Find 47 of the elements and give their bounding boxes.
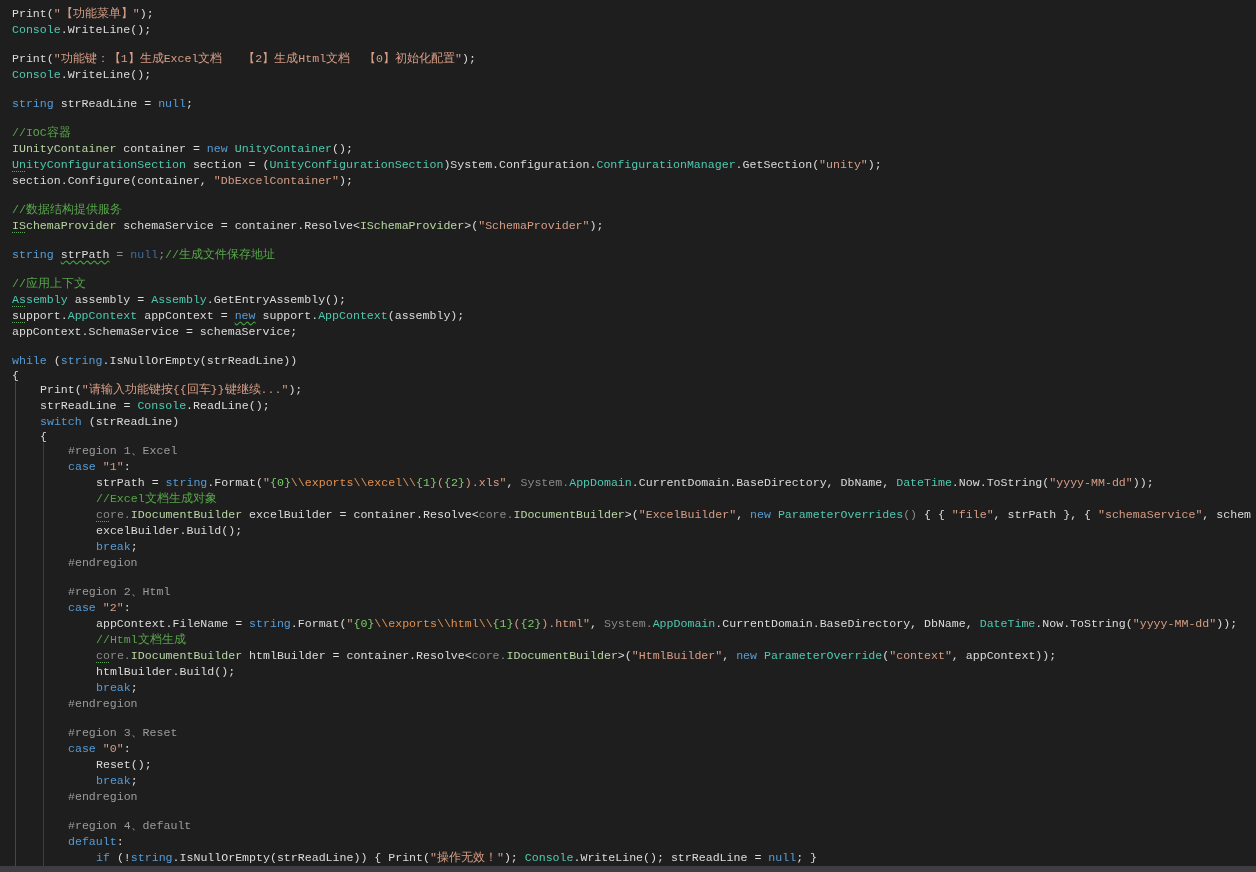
code-line: case "0": bbox=[68, 741, 131, 757]
code-line: strReadLine = Console.ReadLine(); bbox=[40, 398, 270, 414]
code-line: Print("【功能菜单】"); bbox=[12, 6, 154, 22]
code-line: #endregion bbox=[68, 696, 138, 712]
code-line: ISchemaProvider schemaService = container.Resolve<ISchemaProvider>("SchemaProvider"); bbox=[12, 218, 604, 234]
code-line: //IOC容器 bbox=[12, 125, 71, 141]
code-line: Print("功能键：【1】生成Excel文档 【2】生成Html文档 【0】初始化配置"); bbox=[12, 51, 476, 67]
code-line: switch (strReadLine) bbox=[40, 414, 180, 430]
code-line: support.AppContext appContext = new support.AppContext(assembly); bbox=[12, 308, 465, 324]
code-line: core.IDocumentBuilder htmlBuilder = container.Resolve<core.IDocumentBuilder>("HtmlBuilder", new ParameterOverride("context", appContext)); bbox=[96, 648, 1057, 664]
code-line: #region 4、default bbox=[68, 818, 192, 834]
code-line: appContext.FileName = string.Format("{0}\\exports\\html\\{1}({2}).html", System.AppDomain.CurrentDomain.BaseDirectory, DbName, DateTime.Now.ToString("yyyy-MM-dd")); bbox=[96, 616, 1238, 632]
code-line: Console.WriteLine(); bbox=[12, 67, 152, 83]
code-line: UnityConfigurationSection section = (UnityConfigurationSection)System.Configuration.ConfigurationManager.GetSection("unity"); bbox=[12, 157, 882, 173]
code-line: //Html文档生成 bbox=[96, 632, 186, 648]
code-line: default: bbox=[68, 834, 124, 850]
code-line: Print("请输入功能键按{{回车}}键继续..."); bbox=[40, 382, 303, 398]
code-line: case "2": bbox=[68, 600, 131, 616]
code-line: string strReadLine = null; bbox=[12, 96, 193, 112]
code-line: string strPath = null;//生成文件保存地址 bbox=[12, 247, 275, 263]
code-line: #region 1、Excel bbox=[68, 443, 178, 459]
code-line: Assembly assembly = Assembly.GetEntryAssembly(); bbox=[12, 292, 346, 308]
code-line: htmlBuilder.Build(); bbox=[96, 664, 236, 680]
code-line: break; bbox=[96, 680, 138, 696]
code-line: //Excel文档生成对象 bbox=[96, 491, 217, 507]
code-line: Console.WriteLine(); bbox=[12, 22, 152, 38]
code-line: IUnityContainer container = new UnityContainer(); bbox=[12, 141, 353, 157]
code-line: { bbox=[12, 369, 19, 382]
code-line: //数据结构提供服务 bbox=[12, 202, 122, 218]
code-line: #endregion bbox=[68, 555, 138, 571]
code-line: case "1": bbox=[68, 459, 131, 475]
code-line: { bbox=[40, 430, 47, 443]
code-line: #region 2、Html bbox=[68, 584, 171, 600]
code-line: #endregion bbox=[68, 789, 138, 805]
horizontal-scrollbar[interactable] bbox=[0, 866, 1256, 872]
code-line: //应用上下文 bbox=[12, 276, 86, 292]
code-line: core.IDocumentBuilder excelBuilder = container.Resolve<core.IDocumentBuilder>("ExcelBuilder", new ParameterOverrides() { { "file", strPath }, { "schemaService", schem bbox=[96, 507, 1252, 523]
code-line: if (!string.IsNullOrEmpty(strReadLine)) { Print("操作无效！"); Console.WriteLine(); strReadLine = null; } bbox=[96, 850, 817, 866]
code-line: break; bbox=[96, 773, 138, 789]
code-line: #region 3、Reset bbox=[68, 725, 178, 741]
code-line: strPath = string.Format("{0}\\exports\\excel\\{1}({2}).xls", System.AppDomain.CurrentDomain.BaseDirectory, DbName, DateTime.Now.ToString("yyyy-MM-dd")); bbox=[96, 475, 1154, 491]
code-line: excelBuilder.Build(); bbox=[96, 523, 243, 539]
code-line: appContext.SchemaService = schemaService; bbox=[12, 324, 298, 340]
code-line: while (string.IsNullOrEmpty(strReadLine)) bbox=[12, 353, 298, 369]
code-line: section.Configure(container, "DbExcelContainer"); bbox=[12, 173, 353, 189]
code-line: break; bbox=[96, 539, 138, 555]
code-line: Reset(); bbox=[96, 757, 152, 773]
